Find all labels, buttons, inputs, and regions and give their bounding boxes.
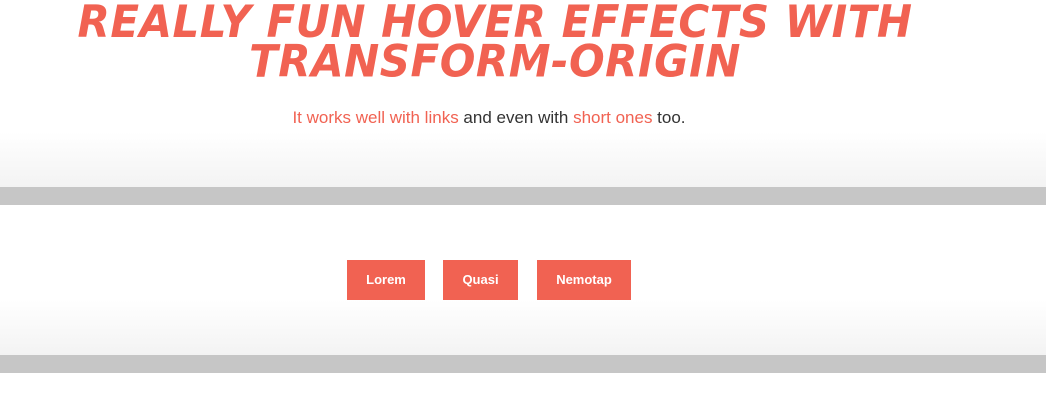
- page-title-line-2: TRANSFORM-ORIGIN: [249, 35, 741, 88]
- tagline: It works well with links and even with s…: [0, 108, 978, 128]
- section-divider-bottom: [0, 355, 1046, 373]
- page-title: REALLY FUN HOVER EFFECTS WITH TRANSFORM-…: [0, 0, 990, 88]
- tagline-link-long[interactable]: It works well with links: [292, 108, 458, 127]
- tagline-link-short[interactable]: short ones: [573, 108, 652, 127]
- lorem-button[interactable]: Lorem: [347, 260, 425, 300]
- nemotap-button[interactable]: Nemotap: [537, 260, 631, 300]
- section-gradient-top: [0, 132, 1046, 187]
- section-gradient-bottom: [0, 300, 1046, 355]
- section-divider-top: [0, 187, 1046, 205]
- quasi-button[interactable]: Quasi: [443, 260, 518, 300]
- tagline-text-middle: and even with: [458, 108, 574, 127]
- tagline-text-end: too.: [652, 108, 686, 127]
